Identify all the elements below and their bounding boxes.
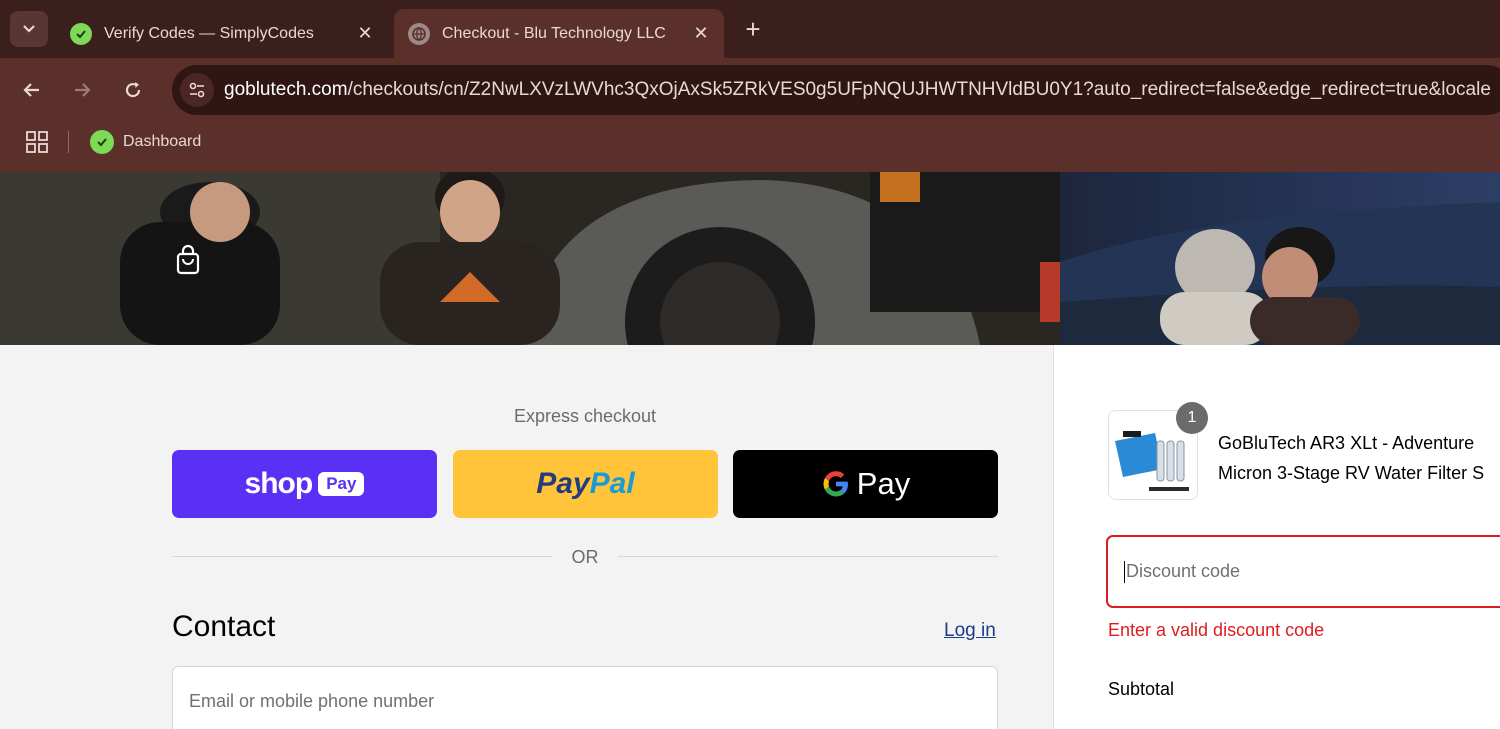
close-tab-icon[interactable]: ✕ bbox=[354, 23, 376, 44]
product-name-line: GoBluTech AR3 XLt - Adventure bbox=[1218, 433, 1475, 453]
google-pay-button[interactable]: Pay bbox=[733, 450, 998, 518]
paypal-logo-pay: Pay bbox=[536, 467, 590, 500]
tune-icon bbox=[189, 82, 205, 98]
google-pay-logo: Pay bbox=[856, 466, 911, 501]
tab-title: Checkout - Blu Technology LLC bbox=[442, 24, 666, 42]
express-checkout-label: Express checkout bbox=[513, 406, 657, 426]
hero-banner-image bbox=[0, 172, 1500, 345]
or-label: OR bbox=[571, 547, 599, 567]
product-name: GoBluTech AR3 XLt - Adventure Micron 3-S… bbox=[1218, 428, 1500, 488]
url-host: goblutech.com bbox=[224, 79, 348, 100]
shop-pay-pill: Pay bbox=[318, 472, 365, 496]
browser-toolbar: goblutech.com/checkouts/cn/Z2NwLXVzLWVhc… bbox=[0, 58, 1500, 122]
simplycodes-icon bbox=[90, 130, 114, 154]
close-tab-icon[interactable]: ✕ bbox=[690, 23, 712, 44]
forward-button[interactable] bbox=[66, 74, 98, 106]
url-text: goblutech.com/checkouts/cn/Z2NwLXVzLWVhc… bbox=[224, 79, 1491, 101]
bookmarks-bar bbox=[0, 122, 1500, 172]
paypal-logo-pal: Pal bbox=[589, 467, 635, 500]
contact-heading: Contact bbox=[172, 610, 276, 643]
reload-button[interactable] bbox=[117, 74, 149, 106]
email-field[interactable]: Email or mobile phone number bbox=[172, 666, 998, 729]
arrow-right-icon bbox=[75, 83, 91, 97]
discount-error-message: Enter a valid discount code bbox=[1108, 620, 1325, 640]
or-divider: OR bbox=[172, 545, 998, 569]
shop-pay-button[interactable]: shop Pay bbox=[172, 450, 437, 518]
text-caret bbox=[1124, 560, 1125, 583]
url-path: /checkouts/cn/Z2NwLXVzLWVhc3QxOjAxSk5ZRk… bbox=[347, 79, 1491, 100]
paypal-logo: PayPal bbox=[536, 467, 634, 501]
subtotal-label: Subtotal bbox=[1108, 679, 1175, 699]
quantity-badge: 1 bbox=[1176, 402, 1208, 434]
paypal-button[interactable]: PayPal bbox=[453, 450, 718, 518]
discount-code-input[interactable]: Discount code bbox=[1106, 535, 1500, 608]
google-g-icon bbox=[823, 471, 848, 497]
divider-line bbox=[618, 556, 998, 557]
new-tab-button[interactable]: + bbox=[738, 14, 768, 44]
arrow-left-icon bbox=[23, 83, 39, 97]
globe-icon bbox=[408, 22, 430, 45]
simplycodes-icon bbox=[70, 22, 92, 45]
apps-grid-icon[interactable] bbox=[26, 131, 48, 158]
tab-verify-codes[interactable]: Verify Codes — SimplyCodes ✕ bbox=[56, 9, 388, 58]
chevron-down-icon bbox=[23, 25, 35, 33]
discount-placeholder: Discount code bbox=[1126, 561, 1241, 581]
divider-line bbox=[172, 556, 552, 557]
tab-checkout[interactable]: Checkout - Blu Technology LLC ✕ bbox=[394, 9, 724, 58]
login-link[interactable]: Log in bbox=[944, 620, 996, 642]
shop-pay-logo: shop bbox=[244, 467, 314, 500]
bookmarks-divider bbox=[68, 131, 69, 153]
site-info-button[interactable] bbox=[180, 73, 214, 107]
address-bar[interactable]: goblutech.com/checkouts/cn/Z2NwLXVzLWVhc… bbox=[172, 65, 1500, 115]
tab-title: Verify Codes — SimplyCodes bbox=[104, 24, 314, 42]
tab-strip: Verify Codes — SimplyCodes ✕ Checkout - … bbox=[0, 0, 1500, 58]
product-name-line: Micron 3-Stage RV Water Filter S bbox=[1218, 463, 1485, 483]
back-button[interactable] bbox=[16, 74, 48, 106]
bookmark-dashboard[interactable]: Dashboard bbox=[90, 128, 201, 156]
reload-icon bbox=[125, 82, 141, 98]
tab-search-button[interactable] bbox=[10, 11, 48, 47]
bookmark-label: Dashboard bbox=[123, 133, 202, 150]
